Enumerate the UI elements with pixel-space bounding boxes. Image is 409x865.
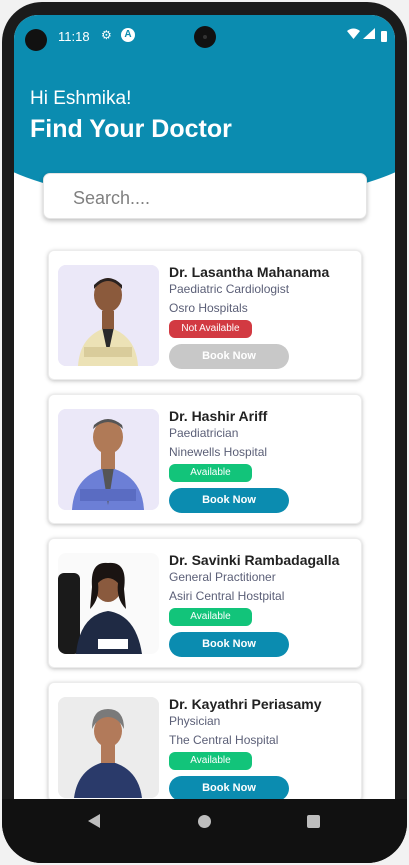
search-input[interactable] [71,185,335,211]
recent-apps-icon[interactable] [307,815,320,828]
availability-badge: Available [169,608,252,626]
system-nav-bar [2,799,407,863]
gear-icon: ⚙ [101,28,112,42]
doctor-specialty: General Practitioner [169,570,276,584]
status-time: 11:18 [58,29,90,44]
battery-icon [381,31,387,42]
doctor-card[interactable]: Dr. Lasantha Mahanama Paediatric Cardiol… [48,250,362,380]
book-now-button[interactable]: Book Now [169,488,289,513]
doctor-name: Dr. Kayathri Periasamy [169,696,322,712]
doctor-photo [58,409,159,510]
doctor-specialty: Paediatrician [169,426,239,440]
page-title: Find Your Doctor [30,115,232,143]
home-icon[interactable] [198,815,211,828]
signal-icon [363,28,375,42]
availability-badge: Available [169,752,252,770]
availability-badge: Not Available [169,320,252,338]
doctor-name: Dr. Lasantha Mahanama [169,264,330,280]
doctor-hospital: The Central Hospital [169,733,279,747]
status-bar: 11:18 ⚙ A [14,15,395,55]
camera-cutout-left [25,29,47,51]
doctor-specialty: Paediatric Cardiologist [169,282,290,296]
doctor-card[interactable]: Dr. Hashir Ariff Paediatrician Ninewells… [48,394,362,524]
book-now-button[interactable]: Book Now [169,344,289,369]
book-now-button[interactable]: Book Now [169,776,289,801]
doctor-photo [58,553,159,654]
doctor-photo [58,697,159,798]
doctor-name: Dr. Savinki Rambadagalla [169,552,340,568]
doctor-hospital: Asiri Central Hostpital [169,589,285,603]
doctor-photo [58,265,159,366]
search-box[interactable] [43,173,367,219]
phone-frame: 11:18 ⚙ A Hi Eshmika! Find Your Doctor S… [2,2,407,863]
doctor-hospital: Osro Hospitals [169,301,248,315]
greeting-text: Hi Eshmika! [30,88,132,109]
auto-icon: A [121,28,135,42]
doctor-card[interactable]: Dr. Kayathri Periasamy Physician The Cen… [48,682,362,801]
doctor-specialty: Physician [169,714,221,728]
back-icon[interactable] [88,814,100,828]
doctor-hospital: Ninewells Hospital [169,445,268,459]
wifi-icon [347,28,360,42]
camera-cutout-center [194,26,216,48]
doctor-name: Dr. Hashir Ariff [169,408,268,424]
book-now-button[interactable]: Book Now [169,632,289,657]
app-screen: 11:18 ⚙ A Hi Eshmika! Find Your Doctor S… [14,15,395,801]
availability-badge: Available [169,464,252,482]
doctor-card[interactable]: Dr. Savinki Rambadagalla General Practit… [48,538,362,668]
